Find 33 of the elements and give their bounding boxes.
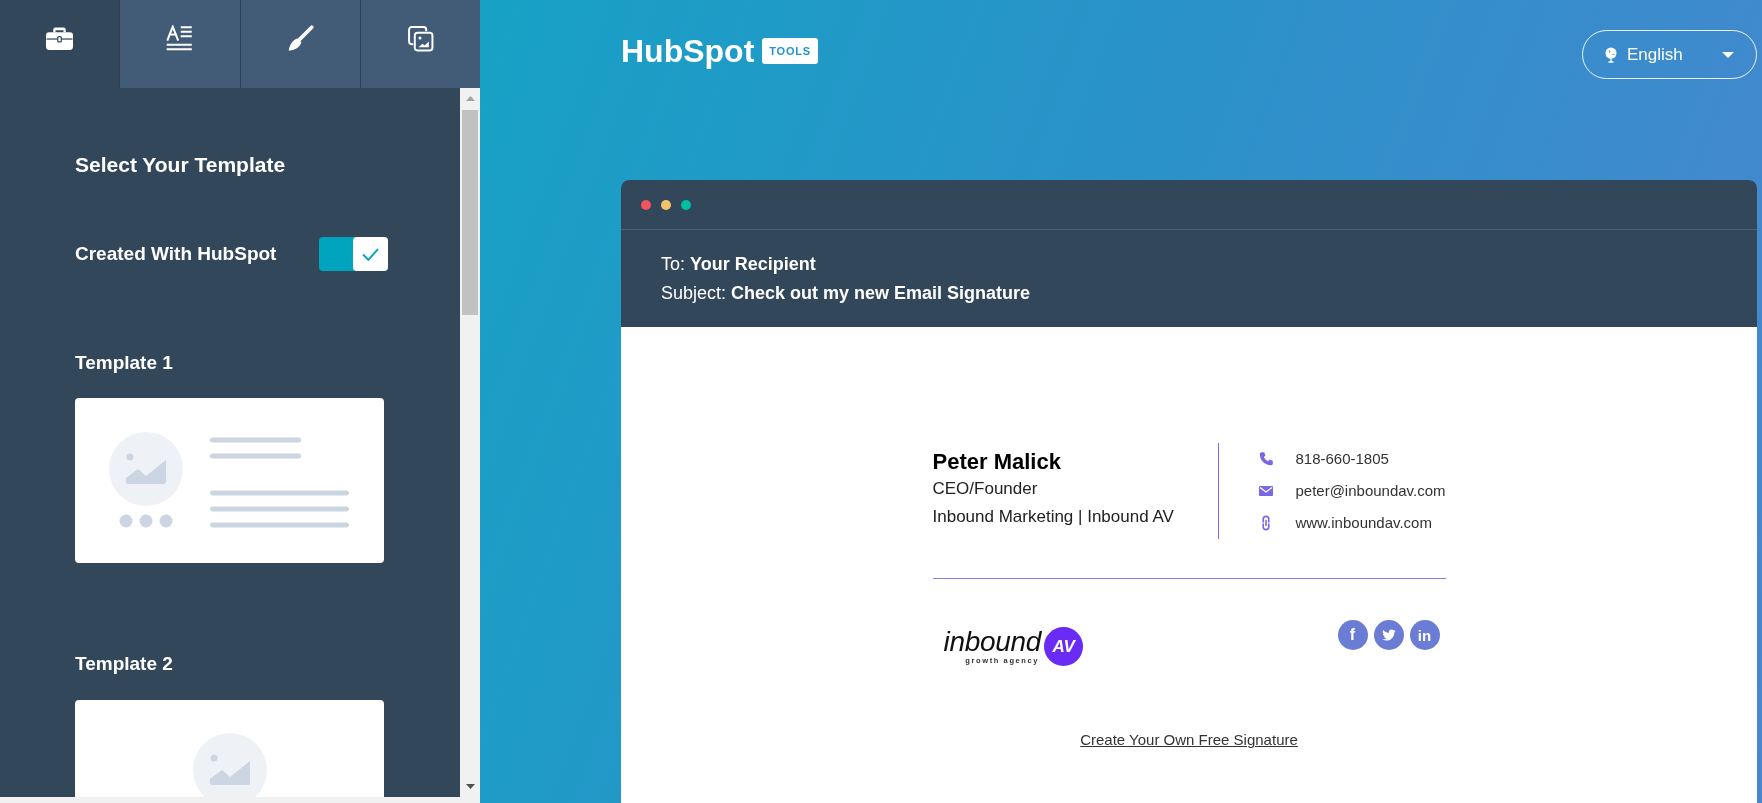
tools-badge: TOOLS	[762, 38, 818, 64]
linkedin-icon[interactable]: in	[1409, 620, 1440, 650]
toggle-switch[interactable]	[319, 237, 388, 271]
logo-wordmark: inbound	[943, 627, 1042, 656]
scroll-up-icon[interactable]	[465, 96, 475, 101]
subject-line: Subject: Check out my new Email Signature	[661, 282, 1032, 305]
caret-icon	[1722, 51, 1734, 58]
website-address: www.inboundav.com	[1295, 512, 1432, 533]
images-icon	[406, 24, 434, 52]
template-title: Template 1	[75, 351, 174, 375]
signature-title: CEO/Founder	[932, 478, 1039, 500]
globe-icon	[1604, 46, 1618, 63]
twitter-icon[interactable]	[1373, 620, 1404, 650]
phone-icon	[1258, 451, 1275, 467]
create-signature-link[interactable]: Create Your Own Free Signature	[1080, 731, 1298, 748]
section-heading: Select Your Template	[75, 152, 287, 178]
template-title: Template 2	[75, 652, 174, 676]
envelope-icon	[1258, 483, 1275, 499]
check-icon	[362, 247, 379, 261]
scrollbar-thumb[interactable]	[462, 110, 478, 315]
toggle-label: Created With HubSpot	[75, 242, 277, 266]
facebook-icon[interactable]: f	[1337, 620, 1368, 650]
signature-name: Peter Malick	[932, 449, 1062, 475]
scroll-down-icon[interactable]	[465, 784, 475, 789]
text-format-icon	[166, 24, 194, 52]
recipient-line: To: Your Recipient	[661, 253, 817, 276]
email-address: peter@inboundav.com	[1295, 480, 1446, 501]
brand-wordmark: HubSpot	[621, 33, 755, 69]
logo-badge: AV	[1044, 627, 1084, 666]
phone-number: 818-660-1805	[1295, 448, 1389, 469]
sidebar-tab[interactable]	[119, 0, 240, 88]
signature-company: Inbound Marketing | Inbound AV	[932, 506, 1175, 528]
brush-icon	[286, 24, 314, 52]
